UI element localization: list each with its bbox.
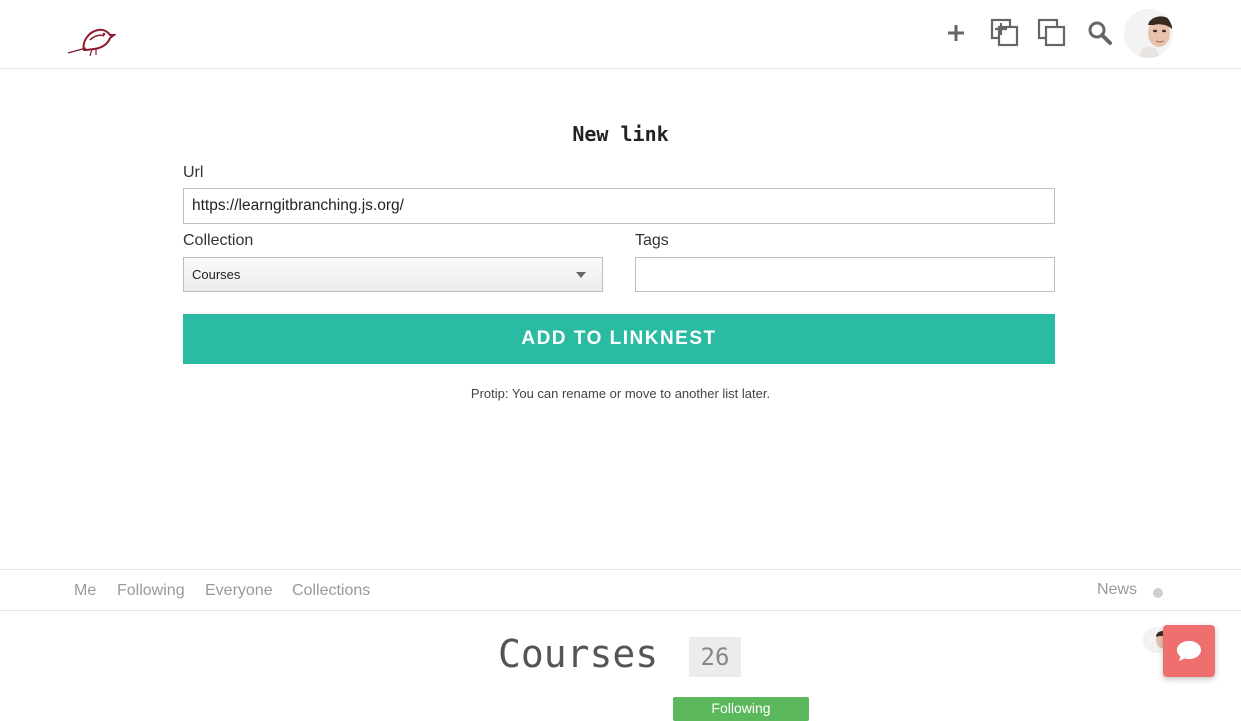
nav-item-me[interactable]: Me	[74, 582, 96, 600]
plus-icon[interactable]	[939, 16, 973, 50]
nav-item-following[interactable]: Following	[117, 582, 185, 600]
tags-input[interactable]	[635, 257, 1055, 292]
chevron-down-icon	[576, 272, 586, 278]
collection-select[interactable]: Courses	[183, 257, 603, 292]
collection-selected-value: Courses	[192, 267, 241, 282]
collection-count-badge: 26	[689, 637, 741, 677]
tags-label: Tags	[635, 232, 669, 249]
following-button[interactable]: Following	[673, 697, 809, 721]
chat-bubble-icon[interactable]	[1163, 625, 1215, 677]
nav-item-collections[interactable]: Collections	[292, 582, 370, 600]
page-title: New link	[572, 122, 669, 146]
search-icon[interactable]	[1083, 16, 1117, 50]
url-input[interactable]	[183, 188, 1055, 224]
top-header	[0, 0, 1241, 69]
user-avatar[interactable]	[1124, 9, 1173, 58]
bottom-nav: Me Following Everyone Collections News	[0, 569, 1241, 611]
nav-item-news[interactable]: News	[1097, 581, 1137, 599]
collection-label: Collection	[183, 232, 254, 249]
news-indicator-dot	[1153, 588, 1163, 598]
bird-logo-icon[interactable]	[66, 20, 117, 58]
collections-icon[interactable]	[1035, 16, 1069, 50]
add-collection-icon[interactable]	[988, 16, 1022, 50]
url-label: Url	[183, 164, 204, 181]
nav-item-everyone[interactable]: Everyone	[205, 582, 273, 600]
collection-title: Courses	[498, 632, 659, 676]
protip-text: Protip: You can rename or move to anothe…	[470, 386, 771, 401]
add-to-linknest-button[interactable]: ADD TO LINKNEST	[183, 314, 1055, 364]
